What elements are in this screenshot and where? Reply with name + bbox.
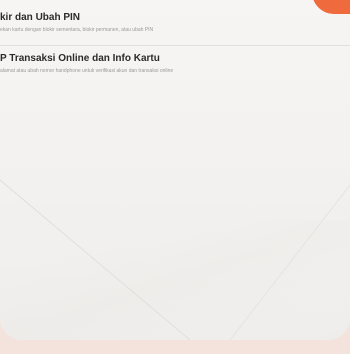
- menu-item-block-change-pin[interactable]: kir dan Ubah PIN ekan kartu dengan bloki…: [0, 0, 350, 46]
- menu-item-title: P Transaksi Online dan Info Kartu: [0, 53, 160, 64]
- menu-item-subtitle: alamat atau ubah nomor handphone untuk v…: [0, 68, 174, 74]
- menu-item-title: kir dan Ubah PIN: [0, 12, 81, 23]
- menu-item-online-transaction-card-info[interactable]: P Transaksi Online dan Info Kartu alamat…: [0, 46, 350, 86]
- menu-item-subtitle: ekan kartu dengan blokir sementara, blok…: [0, 27, 154, 33]
- app-screen: kir dan Ubah PIN ekan kartu dengan bloki…: [0, 0, 350, 340]
